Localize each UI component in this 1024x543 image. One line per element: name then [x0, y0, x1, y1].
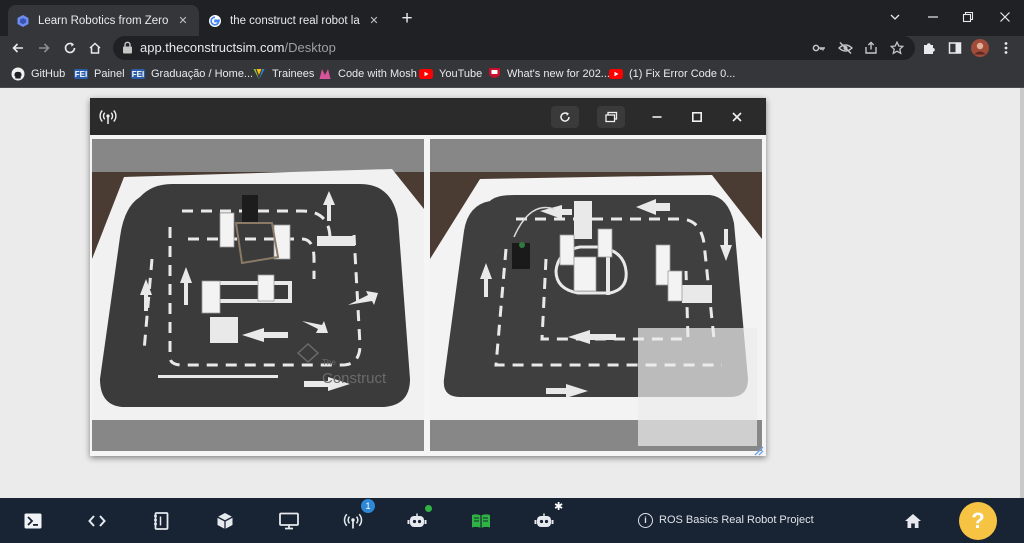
lock-icon[interactable]: [122, 41, 133, 59]
status-dot: [425, 505, 432, 512]
construct-logo-icon: [16, 14, 30, 28]
restore-window-icon[interactable]: [953, 4, 983, 30]
home-icon[interactable]: [901, 509, 925, 533]
home-icon[interactable]: [84, 37, 106, 59]
bookmark-label: GitHub: [31, 68, 66, 80]
robot-assistant-icon[interactable]: [405, 509, 429, 533]
url-path: /Desktop: [284, 40, 336, 55]
eye-off-icon[interactable]: [836, 39, 854, 57]
bottom-dock: [0, 498, 1024, 543]
harvard-icon: [487, 67, 501, 81]
share-icon[interactable]: [862, 39, 880, 57]
close-camera-button[interactable]: [723, 106, 751, 128]
browser-toolbar: app.theconstructsim.com/Desktop: [0, 36, 1024, 60]
maximize-camera-button[interactable]: [683, 106, 711, 128]
bookmark-label: Graduação / Home...: [151, 68, 254, 80]
back-arrow-icon[interactable]: [7, 37, 29, 59]
bookmark-painel[interactable]: FEI Painel: [74, 66, 125, 82]
switch-view-button[interactable]: [597, 106, 625, 128]
bookmark-label: YouTube: [439, 68, 483, 80]
gazebo-cube-icon[interactable]: [213, 509, 237, 533]
bookmarks-bar: GitHub FEI Painel FEI Graduação / Home..…: [0, 60, 1024, 88]
youtube-icon: [609, 67, 623, 81]
desktop-scrollbar[interactable]: [1020, 88, 1024, 498]
forward-arrow-icon[interactable]: [33, 37, 55, 59]
bookmark-label: Code with Mosh: [338, 68, 417, 80]
bookmark-label: Painel: [94, 68, 125, 80]
new-tab-button[interactable]: +: [396, 9, 418, 31]
mosh-icon: [318, 67, 332, 81]
robot-sim-icon[interactable]: [532, 509, 556, 533]
resize-handle-icon[interactable]: [752, 443, 764, 456]
terminal-icon[interactable]: [21, 509, 45, 533]
bookmark-star-icon[interactable]: [888, 39, 906, 57]
bookmark-whats-new[interactable]: What's new for 202...: [487, 66, 610, 82]
tab-title: Learn Robotics from Zero - Robo: [38, 14, 169, 27]
tab-strip: Learn Robotics from Zero - Robo ✕ the co…: [0, 0, 1024, 36]
refresh-camera-button[interactable]: [551, 106, 579, 128]
bookmark-fix-error[interactable]: (1) Fix Error Code 0...: [609, 66, 735, 82]
real-robot-connection-icon[interactable]: [341, 509, 365, 533]
robot-camera-window: Construct The: [90, 98, 766, 456]
profile-avatar[interactable]: [969, 37, 991, 59]
camera-image-left: Construct The: [92, 139, 424, 451]
code-editor-icon[interactable]: [85, 509, 109, 533]
course-book-icon[interactable]: [469, 509, 493, 533]
tab-title: the construct real robot lab joyst: [230, 14, 360, 27]
bookmark-github[interactable]: GitHub: [11, 66, 65, 82]
github-icon: [11, 67, 25, 81]
bookmark-code-with-mosh[interactable]: Code with Mosh: [318, 66, 417, 82]
more-menu-icon[interactable]: [995, 37, 1017, 59]
notebook-icon[interactable]: [149, 509, 173, 533]
camera-window-header[interactable]: [90, 98, 766, 135]
bookmark-trainees[interactable]: Trainees: [252, 66, 314, 82]
broadcast-icon: [94, 106, 122, 128]
tab-close-icon[interactable]: ✕: [366, 13, 382, 29]
help-button[interactable]: ?: [959, 502, 997, 540]
info-icon: i: [638, 512, 653, 528]
minimize-camera-button[interactable]: [643, 106, 671, 128]
reload-icon[interactable]: [59, 37, 81, 59]
fei-icon: FEI: [74, 69, 88, 79]
minimize-window-icon[interactable]: [918, 4, 948, 30]
project-info[interactable]: i ROS Basics Real Robot Project: [638, 511, 814, 529]
url-text: app.theconstructsim.com/Desktop: [140, 40, 336, 55]
bookmark-graduacao[interactable]: FEI Graduação / Home...: [131, 66, 253, 82]
address-bar[interactable]: app.theconstructsim.com/Desktop: [113, 36, 915, 60]
key-icon[interactable]: [810, 39, 828, 57]
bookmark-youtube[interactable]: YouTube: [419, 66, 482, 82]
fei-icon: FEI: [131, 69, 145, 79]
youtube-icon: [419, 67, 433, 81]
tab-construct-joystick[interactable]: the construct real robot lab joyst ✕: [200, 5, 390, 36]
url-host: app.theconstructsim.com: [140, 40, 285, 55]
camera-feed-left: Construct The: [92, 139, 424, 451]
desktop-monitor-icon[interactable]: [277, 509, 301, 533]
bookmark-label: What's new for 202...: [507, 68, 610, 80]
construct-watermark-small: The: [322, 358, 336, 367]
side-panel-icon[interactable]: [944, 37, 966, 59]
tab-learn-robotics[interactable]: Learn Robotics from Zero - Robo ✕: [8, 5, 199, 36]
asterisk-icon: ✱: [554, 501, 564, 513]
project-label: ROS Basics Real Robot Project: [659, 514, 814, 526]
close-window-icon[interactable]: [990, 4, 1020, 30]
tab-close-icon[interactable]: ✕: [175, 13, 191, 29]
tab-search-icon[interactable]: [880, 4, 910, 30]
notification-badge: 1: [361, 499, 375, 513]
bookmark-label: Trainees: [272, 68, 315, 80]
construct-watermark: Construct: [322, 370, 387, 387]
bookmark-label: (1) Fix Error Code 0...: [629, 68, 736, 80]
extensions-icon[interactable]: [918, 37, 940, 59]
google-g-icon: [208, 14, 222, 28]
trainees-icon: [252, 67, 266, 81]
joystick-overlay-area[interactable]: [638, 328, 757, 446]
